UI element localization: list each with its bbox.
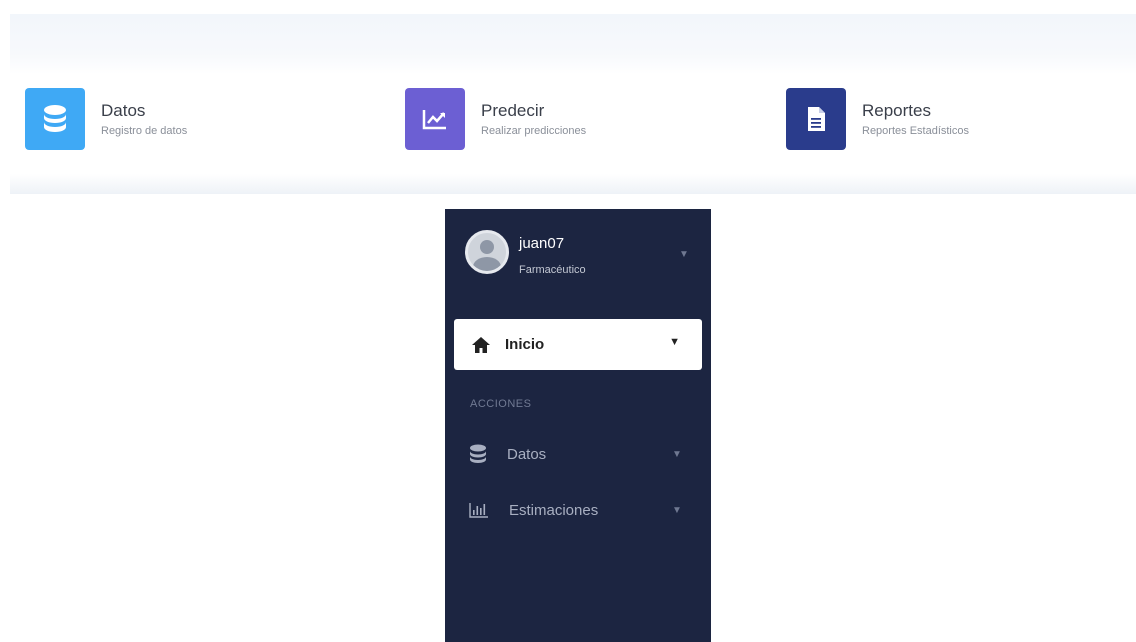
card-datos[interactable]: Datos Registro de datos — [25, 88, 187, 150]
chart-line-icon — [405, 88, 465, 150]
nav-item-datos[interactable]: Datos — [469, 442, 546, 466]
sidebar: juan07 Farmacéutico ▼ Inicio ▼ ACCIONES … — [445, 209, 711, 642]
chevron-down-icon[interactable]: ▼ — [672, 505, 682, 516]
database-icon — [469, 444, 487, 464]
file-icon — [786, 88, 846, 150]
chevron-down-icon: ▼ — [669, 336, 680, 348]
section-title: ACCIONES — [470, 398, 532, 410]
card-title: Reportes — [862, 101, 931, 120]
nav-item-inicio[interactable]: Inicio ▼ — [454, 319, 702, 370]
card-subtitle: Registro de datos — [101, 125, 188, 137]
home-icon — [471, 336, 491, 354]
nav-item-label: Estimaciones — [509, 501, 599, 519]
card-title: Predecir — [481, 101, 545, 120]
nav-item-estimaciones[interactable]: Estimaciones — [469, 498, 598, 522]
avatar[interactable] — [465, 230, 509, 274]
card-predecir[interactable]: Predecir Realizar predicciones — [405, 88, 586, 150]
user-role: Farmacéutico — [519, 264, 586, 276]
card-reportes[interactable]: Reportes Reportes Estadísticos — [786, 88, 969, 150]
user-name: juan07 — [519, 235, 565, 252]
bar-chart-icon — [469, 502, 489, 518]
nav-item-label: Inicio — [505, 336, 545, 353]
dashboard-shortcuts-panel: Datos Registro de datos Predecir Realiza… — [10, 14, 1136, 194]
card-title: Datos — [101, 101, 146, 120]
user-menu-caret-icon[interactable]: ▼ — [679, 249, 689, 260]
card-subtitle: Reportes Estadísticos — [862, 125, 969, 137]
chevron-down-icon[interactable]: ▼ — [672, 449, 682, 460]
nav-item-label: Datos — [507, 445, 547, 463]
database-icon — [25, 88, 85, 150]
card-subtitle: Realizar predicciones — [481, 125, 587, 137]
